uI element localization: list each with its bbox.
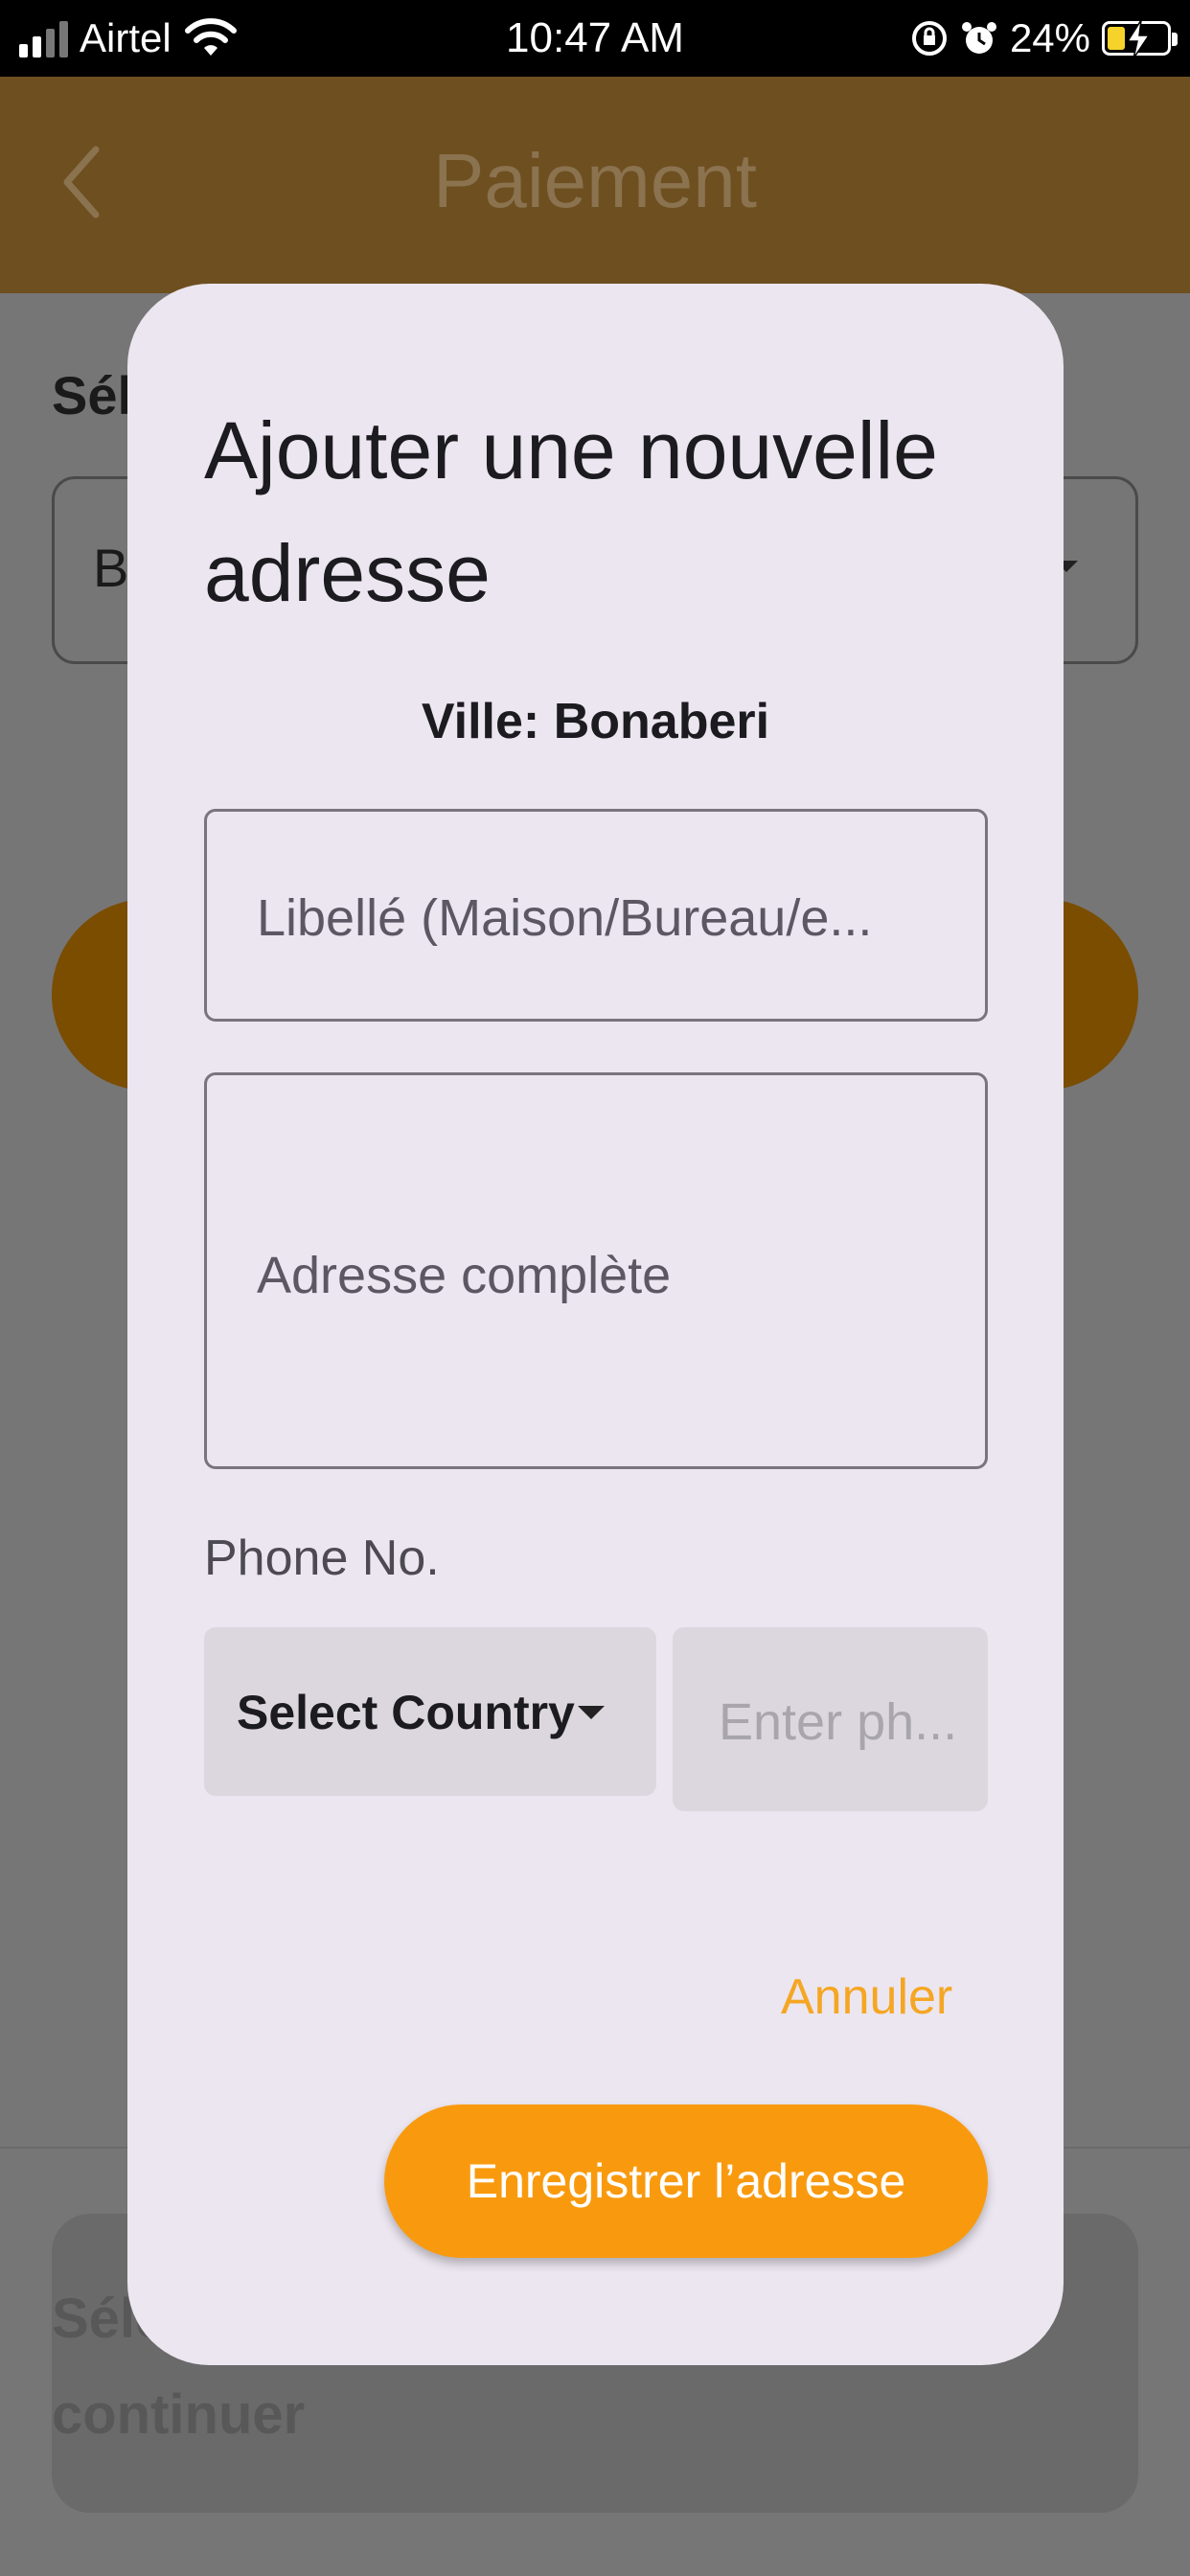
- address-field-placeholder: Adresse complète: [257, 1247, 672, 1304]
- label-field[interactable]: Libellé (Maison/Bureau/e...: [204, 809, 988, 1022]
- background-card-line-2: continuer: [52, 2383, 306, 2446]
- background-select-value: B: [93, 538, 129, 598]
- page-title: Paiement: [433, 138, 757, 223]
- phone-label: Phone No.: [204, 1530, 440, 1586]
- caret-down-icon: [578, 1706, 605, 1719]
- add-address-dialog: Ajouter une nouvelle adresse Ville: Bona…: [127, 284, 1064, 2365]
- status-right: 24%: [910, 0, 1178, 77]
- cancel-button[interactable]: Annuler: [781, 1968, 952, 2026]
- background-section-label: Sél: [52, 365, 133, 426]
- alarm-icon: [961, 22, 996, 54]
- battery-percent: 24%: [1009, 15, 1090, 60]
- orientation-lock-icon: [911, 21, 947, 56]
- address-field[interactable]: Adresse complète: [204, 1072, 988, 1469]
- battery-charging-icon: [1102, 20, 1178, 58]
- status-bar: Airtel 10:47 AM 24%: [0, 0, 1190, 77]
- phone-input-placeholder: Enter ph...: [719, 1693, 958, 1751]
- country-select[interactable]: Select Country: [204, 1627, 656, 1796]
- country-select-value: Select Country: [237, 1686, 575, 1739]
- save-address-button[interactable]: Enregistrer l’adresse: [384, 2104, 988, 2258]
- phone-input[interactable]: Enter ph...: [673, 1627, 988, 1811]
- city-label: Ville: Bonaberi: [421, 694, 770, 749]
- dialog-title: Ajouter une nouvelle adresse: [204, 405, 938, 618]
- label-field-placeholder: Libellé (Maison/Bureau/e...: [257, 889, 873, 947]
